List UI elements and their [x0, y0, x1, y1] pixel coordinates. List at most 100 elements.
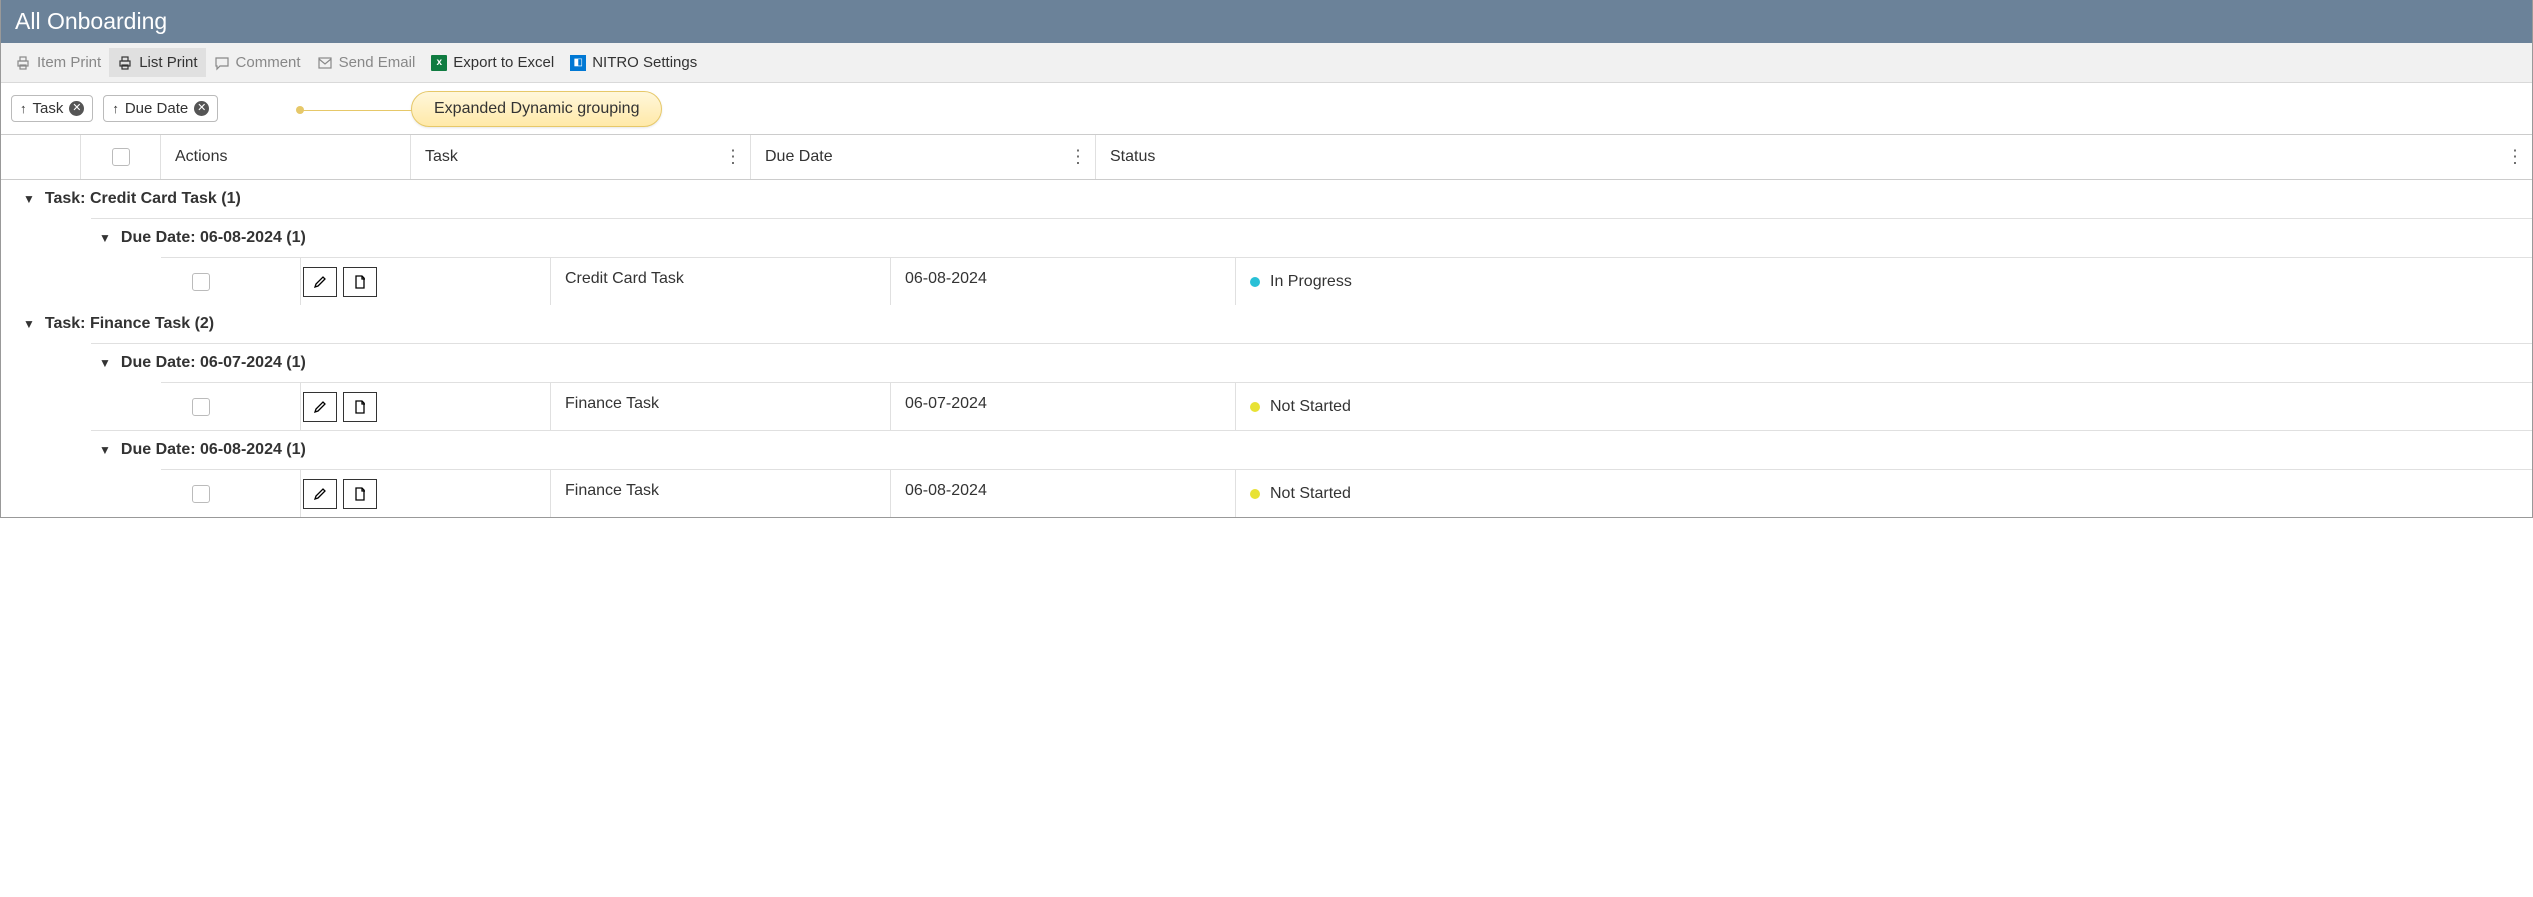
- group-row-level2[interactable]: ▼Due Date: 06-08-2024 (1): [91, 431, 2532, 469]
- print-icon: [15, 55, 31, 71]
- drag-column: [1, 135, 81, 179]
- column-menu-icon[interactable]: ⋮: [724, 147, 742, 168]
- print-icon: [117, 55, 133, 71]
- chip-label: Task: [33, 100, 64, 117]
- mail-icon: [317, 55, 333, 71]
- list-print-label: List Print: [139, 54, 197, 71]
- page-title: All Onboarding: [15, 8, 167, 34]
- send-email-button[interactable]: Send Email: [309, 48, 424, 77]
- actions-cell: [301, 383, 551, 430]
- view-button[interactable]: [343, 392, 377, 422]
- column-label: Task: [425, 148, 458, 166]
- pencil-icon: [312, 399, 328, 415]
- column-header-actions[interactable]: Actions: [161, 135, 411, 179]
- subgroup-block: ▼ Due Date: 06-07-2024 (1) Finance Task06-…: [91, 343, 2532, 430]
- caret-down-icon: ▼: [23, 317, 35, 331]
- subgroup-block: ▼Due Date: 06-08-2024 (1)Finance Task06-…: [91, 430, 2532, 517]
- excel-icon: x: [431, 55, 447, 71]
- edit-button[interactable]: [303, 392, 337, 422]
- pencil-icon: [312, 486, 328, 502]
- grid-header-row: Actions Task ⋮ Due Date ⋮ Status ⋮: [1, 134, 2532, 180]
- column-header-due-date[interactable]: Due Date ⋮: [751, 135, 1096, 179]
- group-chip-task[interactable]: ↑ Task ✕: [11, 95, 93, 122]
- group-label: Task: Finance Task (2): [45, 315, 214, 333]
- nitro-settings-button[interactable]: ◧ NITRO Settings: [562, 48, 705, 77]
- column-menu-icon[interactable]: ⋮: [2506, 147, 2524, 168]
- nitro-icon: ◧: [570, 55, 586, 71]
- table-row: Finance Task06-08-2024Not Started: [161, 469, 2532, 517]
- sort-asc-icon: ↑: [20, 101, 27, 116]
- table-row: Finance Task06-07-2024 Not Started: [161, 382, 2532, 430]
- status-dot-icon: [1250, 277, 1260, 287]
- document-icon: [352, 486, 368, 502]
- group-chip-due-date[interactable]: ↑ Due Date ✕: [103, 95, 218, 122]
- status-dot-icon: [1250, 489, 1260, 499]
- filter-bar: ↑ Task ✕ ↑ Due Date ✕ Expanded Dynamic g…: [1, 83, 2532, 134]
- row-select-cell: [161, 383, 241, 430]
- status-text: Not Started: [1270, 398, 1351, 416]
- row-select-cell: [161, 258, 241, 305]
- view-button[interactable]: [343, 479, 377, 509]
- actions-cell: [301, 470, 551, 517]
- column-label: Actions: [175, 148, 227, 166]
- caret-down-icon: ▼: [99, 443, 111, 457]
- spacer: [241, 470, 301, 517]
- caret-down-icon: ▼: [99, 356, 111, 370]
- list-print-button[interactable]: List Print: [109, 48, 205, 77]
- group-label: Due Date: 06-08-2024 (1): [121, 229, 306, 247]
- status-cell: Not Started: [1236, 383, 2532, 430]
- nitro-settings-label: NITRO Settings: [592, 54, 697, 71]
- edit-button[interactable]: [303, 267, 337, 297]
- callout-text: Expanded Dynamic grouping: [434, 100, 639, 117]
- select-all-column: [81, 135, 161, 179]
- chip-remove-icon[interactable]: ✕: [69, 101, 84, 116]
- group-row-level2[interactable]: ▼ Due Date: 06-08-2024 (1): [91, 219, 2532, 257]
- caret-down-icon: ▼: [99, 231, 111, 245]
- row-select-cell: [161, 470, 241, 517]
- document-icon: [352, 399, 368, 415]
- edit-button[interactable]: [303, 479, 337, 509]
- row-checkbox[interactable]: [192, 398, 210, 416]
- group-row-level1[interactable]: ▼ Task: Finance Task (2): [1, 305, 2532, 343]
- task-cell: Finance Task: [551, 383, 891, 430]
- send-email-label: Send Email: [339, 54, 416, 71]
- status-cell: In Progress: [1236, 258, 2532, 305]
- select-all-checkbox[interactable]: [112, 148, 130, 166]
- document-icon: [352, 274, 368, 290]
- column-header-task[interactable]: Task ⋮: [411, 135, 751, 179]
- view-button[interactable]: [343, 267, 377, 297]
- annotation-callout: Expanded Dynamic grouping: [411, 91, 662, 127]
- group-row-level2[interactable]: ▼ Due Date: 06-07-2024 (1): [91, 344, 2532, 382]
- due-date-cell: 06-07-2024: [891, 383, 1236, 430]
- subgroup-block: ▼ Due Date: 06-08-2024 (1) Credit Card Tas…: [91, 218, 2532, 305]
- column-label: Due Date: [765, 148, 833, 166]
- status-text: In Progress: [1270, 273, 1352, 291]
- export-excel-button[interactable]: x Export to Excel: [423, 48, 562, 77]
- spacer: [241, 383, 301, 430]
- sort-asc-icon: ↑: [112, 101, 119, 116]
- group-label: Due Date: 06-07-2024 (1): [121, 354, 306, 372]
- comment-button[interactable]: Comment: [206, 48, 309, 77]
- group-row-level1[interactable]: ▼Task: Credit Card Task (1): [1, 180, 2532, 218]
- task-cell: Finance Task: [551, 470, 891, 517]
- column-header-status[interactable]: Status ⋮: [1096, 135, 2532, 179]
- app-root: All Onboarding Item Print List Print Com…: [0, 0, 2533, 518]
- due-date-cell: 06-08-2024: [891, 258, 1236, 305]
- comment-icon: [214, 55, 230, 71]
- row-checkbox[interactable]: [192, 273, 210, 291]
- row-checkbox[interactable]: [192, 485, 210, 503]
- comment-label: Comment: [236, 54, 301, 71]
- item-print-button[interactable]: Item Print: [7, 48, 109, 77]
- chip-remove-icon[interactable]: ✕: [194, 101, 209, 116]
- pencil-icon: [312, 274, 328, 290]
- actions-cell: [301, 258, 551, 305]
- due-date-cell: 06-08-2024: [891, 470, 1236, 517]
- data-grid: Actions Task ⋮ Due Date ⋮ Status ⋮ ▼Task…: [1, 134, 2532, 517]
- item-print-label: Item Print: [37, 54, 101, 71]
- status-cell: Not Started: [1236, 470, 2532, 517]
- column-menu-icon[interactable]: ⋮: [1069, 147, 1087, 168]
- task-cell: Credit Card Task: [551, 258, 891, 305]
- spacer: [241, 258, 301, 305]
- caret-down-icon: ▼: [23, 192, 35, 206]
- status-dot-icon: [1250, 402, 1260, 412]
